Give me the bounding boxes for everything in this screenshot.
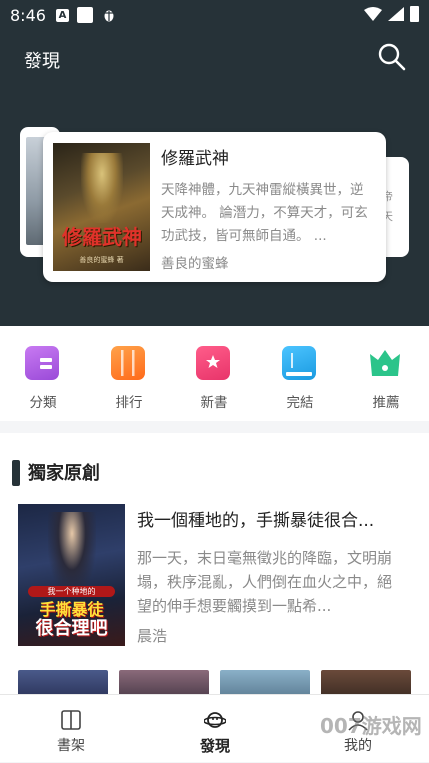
page-title: 發現 [24, 51, 60, 72]
cover-figure [81, 153, 123, 223]
battery-icon [410, 6, 419, 22]
wifi-icon [364, 7, 382, 21]
site-watermark: 007游戏网 [320, 714, 422, 738]
signal-icon [388, 7, 404, 21]
tab-label: 書架 [57, 738, 85, 754]
a-notification-icon: A [56, 8, 69, 22]
category-row: 分類 排行 新書 完結 推薦 [0, 326, 429, 421]
search-icon [378, 43, 406, 71]
category-icon [25, 346, 59, 380]
status-right-icons [364, 6, 419, 22]
search-button[interactable] [375, 40, 409, 74]
category-finished[interactable]: 完結 [270, 344, 330, 416]
category-label: 新書 [200, 395, 228, 411]
crown-icon [368, 346, 402, 380]
category-recommend[interactable]: 推薦 [356, 344, 416, 416]
section-title: 獨家原創 [28, 463, 100, 484]
tab-label: 發現 [199, 737, 230, 755]
category-ranking[interactable]: 排行 [99, 344, 159, 416]
status-bar: 8:46 A [0, 0, 429, 30]
tab-bookshelf[interactable]: 書架 [31, 695, 111, 763]
cover-author-art: 善良的蜜蜂 著 [79, 256, 124, 264]
category-label: 完結 [286, 395, 314, 411]
exclusive-book-cover[interactable]: 我一个种地的 手撕暴徒 很合理吧 [18, 504, 125, 646]
category-label: 推薦 [372, 395, 400, 411]
bookshelf-icon [61, 710, 81, 730]
tab-discover[interactable]: 發現 [175, 695, 255, 763]
square-notification-icon [77, 7, 93, 23]
ranking-icon [111, 346, 145, 380]
category-label: 分類 [29, 395, 57, 411]
status-time: 8:46 [10, 6, 46, 25]
category-label: 排行 [115, 395, 143, 411]
exclusive-book-author: 晨浩 [137, 627, 168, 645]
featured-book-title: 修羅武神 [161, 149, 229, 169]
exclusive-book-title[interactable]: 我一個種地的，手撕暴徒很合... [137, 506, 374, 531]
featured-book-cover: 修羅武神 善良的蜜蜂 著 [53, 143, 150, 271]
exclusive-book-description: 那一天，末日毫無徵兆的降臨，文明崩塌，秩序混亂，人們倒在血火之中，絕望的伸手想要… [137, 549, 393, 615]
category-new[interactable]: 新書 [184, 344, 244, 416]
featured-book-card[interactable]: 修羅武神 善良的蜜蜂 著 修羅武神 天降神體，九天神雷縱橫異世，逆天成神。 論潛… [43, 132, 386, 282]
finished-book-icon [282, 346, 316, 380]
category-classify[interactable]: 分類 [13, 344, 73, 416]
featured-book-description: 天降神體，九天神雷縱橫異世，逆天成神。 論潛力，不算天才，可玄功武技，皆可無師自… [161, 182, 368, 244]
status-notification-icons: A [56, 7, 117, 23]
bookmark-star-icon [196, 346, 230, 380]
cover-line2-art: 很合理吧 [35, 618, 108, 639]
discover-planet-icon [204, 712, 226, 728]
section-accent-bar [12, 460, 20, 486]
cover-title-art: 修羅武神 [62, 225, 142, 249]
bug-notification-icon [101, 7, 117, 23]
featured-book-author: 善良的蜜蜂 [161, 256, 229, 272]
